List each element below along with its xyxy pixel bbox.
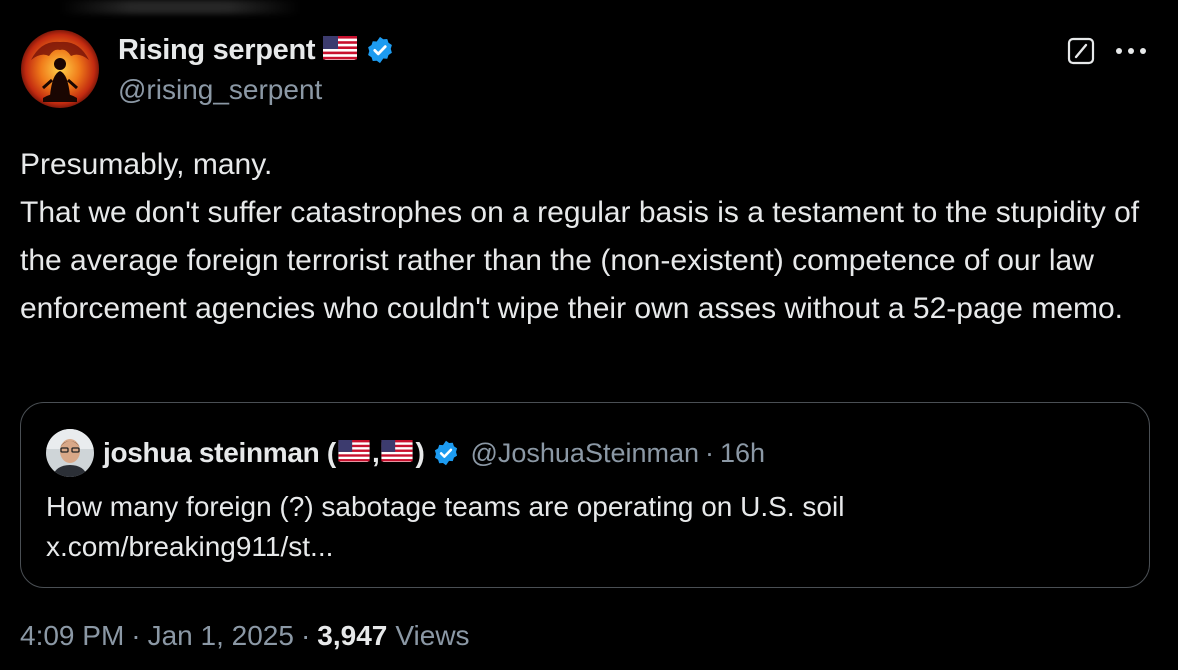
us-flag-icon [381,437,414,469]
author-display-name[interactable]: Rising serpent [118,34,316,67]
verified-badge-icon[interactable] [365,35,395,65]
quoted-name-suffix: ) [415,437,425,468]
cropped-top-edge [60,0,300,14]
quoted-name-comma: , [371,437,380,468]
tweet-text: Presumably, many. That we don't suffer c… [20,148,1140,325]
quoted-name-prefix: joshua steinman ( [103,437,336,468]
meta-separator: · [131,620,141,651]
views-count[interactable]: 3,947 [317,620,387,652]
tweet-date[interactable]: Jan 1, 2025 [148,620,294,652]
tweet-time[interactable]: 4:09 PM [20,620,124,652]
us-flag-icon [323,35,358,65]
quoted-tweet-card[interactable]: joshua steinman ( ,) @JoshuaSteinman · … [20,402,1150,588]
quoted-text-line: How many foreign (?) sabotage teams are … [46,491,845,522]
author-name-row: Rising serpent [118,30,395,70]
meta-separator: · [300,620,311,651]
quoted-header: joshua steinman ( ,) @JoshuaSteinman · … [103,433,765,473]
verified-badge-icon[interactable] [432,439,460,467]
quoted-timestamp[interactable]: 16h [720,438,765,469]
grok-icon[interactable] [1067,37,1095,65]
more-options-icon[interactable] [1114,36,1148,66]
tweet-metadata: 4:09 PM · Jan 1, 2025 · 3,947 Views [20,620,470,652]
author-avatar[interactable] [21,30,99,108]
quoted-author-avatar[interactable] [46,429,94,477]
views-label[interactable]: Views [395,620,469,652]
quoted-tweet-text: How many foreign (?) sabotage teams are … [46,487,844,567]
quoted-author-name[interactable]: joshua steinman ( ,) [103,437,460,469]
us-flag-icon [338,437,370,469]
quoted-link[interactable]: x.com/breaking911/st... [46,527,844,567]
quoted-separator: · [705,437,715,468]
author-handle[interactable]: @rising_serpent [118,74,322,106]
quoted-author-handle[interactable]: @JoshuaSteinman [470,438,699,469]
